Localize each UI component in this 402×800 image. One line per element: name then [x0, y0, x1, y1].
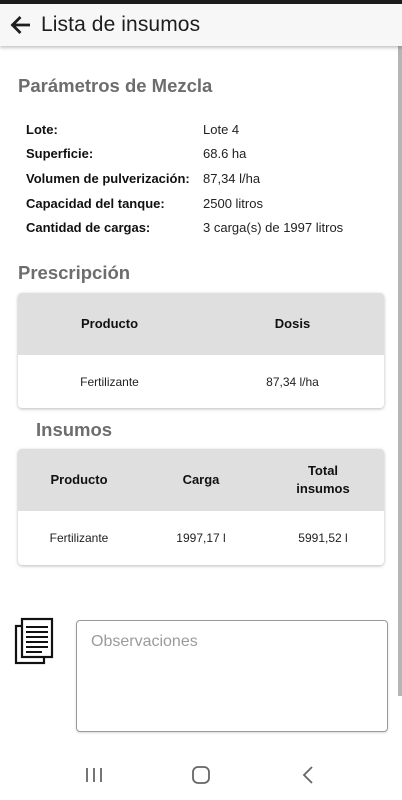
cell-producto: Fertilizante: [80, 374, 139, 389]
param-row-capacidad: Capacidad del tanque: 2500 litros: [26, 191, 343, 216]
param-value: 3 carga(s) de 1997 litros: [203, 220, 344, 236]
arrow-left-icon: [10, 16, 30, 34]
param-label: Cantidad de cargas:: [26, 220, 151, 236]
column-header-producto: Producto: [50, 472, 108, 487]
home-button[interactable]: [171, 755, 231, 795]
cell-producto: Fertilizante: [49, 531, 109, 545]
cell-dosis: 87,34 l/ha: [266, 374, 319, 389]
document-copies-icon: [14, 617, 54, 665]
mix-params-title: Parámetros de Mezcla: [18, 75, 213, 96]
param-value: Lote 4: [203, 121, 240, 137]
param-label: Volumen de pulverización:: [26, 170, 190, 186]
column-header-producto: Producto: [80, 316, 139, 331]
param-label: Superficie:: [26, 146, 94, 162]
recents-button[interactable]: [64, 755, 124, 795]
recents-icon: [85, 768, 102, 782]
observations-input[interactable]: [76, 620, 388, 732]
prescription-title: Prescripción: [18, 262, 131, 283]
system-back-button[interactable]: [278, 755, 338, 795]
column-header-dosis: Dosis: [274, 316, 311, 331]
param-label: Lote:: [26, 121, 58, 137]
cell-carga: 1997,17 l: [176, 531, 226, 545]
cell-total: 5991,52 l: [298, 531, 348, 545]
back-button[interactable]: [0, 4, 40, 46]
param-value: 68.6 ha: [203, 146, 247, 162]
param-label: Capacidad del tanque:: [26, 195, 165, 211]
back-chevron-icon: [303, 766, 313, 784]
param-value: 87,34 l/ha: [203, 170, 261, 186]
table-header: Producto Dosis: [18, 293, 384, 355]
param-row-cargas: Cantidad de cargas: 3 carga(s) de 1997 l…: [26, 215, 343, 240]
param-row-volumen: Volumen de pulverización: 87,34 l/ha: [26, 166, 343, 191]
table-row: Fertilizante 87,34 l/ha: [18, 355, 384, 408]
page-title: Lista de insumos: [41, 13, 201, 36]
mix-params-list: Lote: Lote 4 Superficie: 68.6 ha Volumen…: [26, 117, 343, 240]
app-bar: Lista de insumos: [0, 4, 402, 46]
system-nav-bar: [0, 750, 402, 800]
column-header-total-insumos: Total insumos: [296, 463, 350, 496]
supplies-title: Insumos: [36, 419, 113, 440]
prescription-table: Producto Dosis Fertilizante 87,34 l/ha: [18, 293, 384, 408]
param-row-lote: Lote: Lote 4: [26, 117, 343, 142]
supplies-table: Producto Carga Total insumos Fertilizant…: [18, 449, 384, 565]
scrollbar[interactable]: [398, 46, 402, 696]
table-row: Fertilizante 1997,17 l 5991,52 l: [18, 511, 384, 565]
table-header: Producto Carga Total insumos: [18, 449, 384, 511]
home-icon: [192, 766, 210, 784]
param-row-superficie: Superficie: 68.6 ha: [26, 142, 343, 167]
column-header-carga: Carga: [182, 472, 220, 487]
param-value: 2500 litros: [203, 195, 263, 211]
